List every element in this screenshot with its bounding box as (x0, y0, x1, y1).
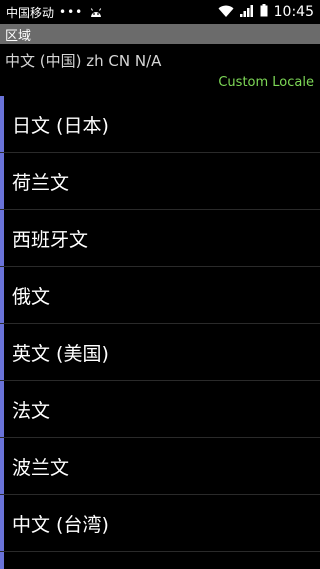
clock: 10:45 (273, 4, 314, 20)
locale-item-japanese[interactable]: 日文 (日本) (0, 96, 320, 153)
locale-item-label: 波兰文 (12, 456, 70, 479)
locale-item-russian[interactable]: 俄文 (0, 267, 320, 324)
locale-item-polish[interactable]: 波兰文 (0, 438, 320, 495)
page-title: 区域 (5, 28, 32, 44)
locale-item-label: 中文 (台湾) (12, 513, 109, 536)
carrier-name: 中国移动 (6, 5, 55, 20)
signal-icon (239, 4, 254, 20)
notification-dots: ••• (59, 5, 84, 19)
custom-locale-link[interactable]: Custom Locale (218, 75, 314, 90)
wifi-icon (218, 5, 234, 20)
locale-item-label: 英文 (美国) (12, 342, 109, 365)
status-bar: 中国移动 ••• 10:45 (0, 0, 320, 24)
locale-item-label: 法文 (12, 399, 51, 422)
locale-item-label: 荷兰文 (12, 171, 70, 194)
locale-item-chinese-taiwan[interactable]: 中文 (台湾) (0, 495, 320, 552)
android-icon (89, 7, 103, 18)
battery-icon (260, 4, 268, 20)
title-bar: 区域 (0, 24, 320, 44)
locale-list: 日文 (日本) 荷兰文 西班牙文 俄文 英文 (美国) 法文 波兰文 中文 (台… (0, 96, 320, 569)
locale-item-dutch[interactable]: 荷兰文 (0, 153, 320, 210)
locale-item-french[interactable]: 法文 (0, 381, 320, 438)
locale-item-spanish[interactable]: 西班牙文 (0, 210, 320, 267)
locale-item-label: 俄文 (12, 285, 51, 308)
locale-item-label: 日文 (日本) (12, 114, 109, 137)
current-locale-text: 中文 (中国) zh CN N/A (5, 52, 162, 70)
locale-item-english-us[interactable]: 英文 (美国) (0, 324, 320, 381)
locale-item-label: 西班牙文 (12, 228, 89, 251)
